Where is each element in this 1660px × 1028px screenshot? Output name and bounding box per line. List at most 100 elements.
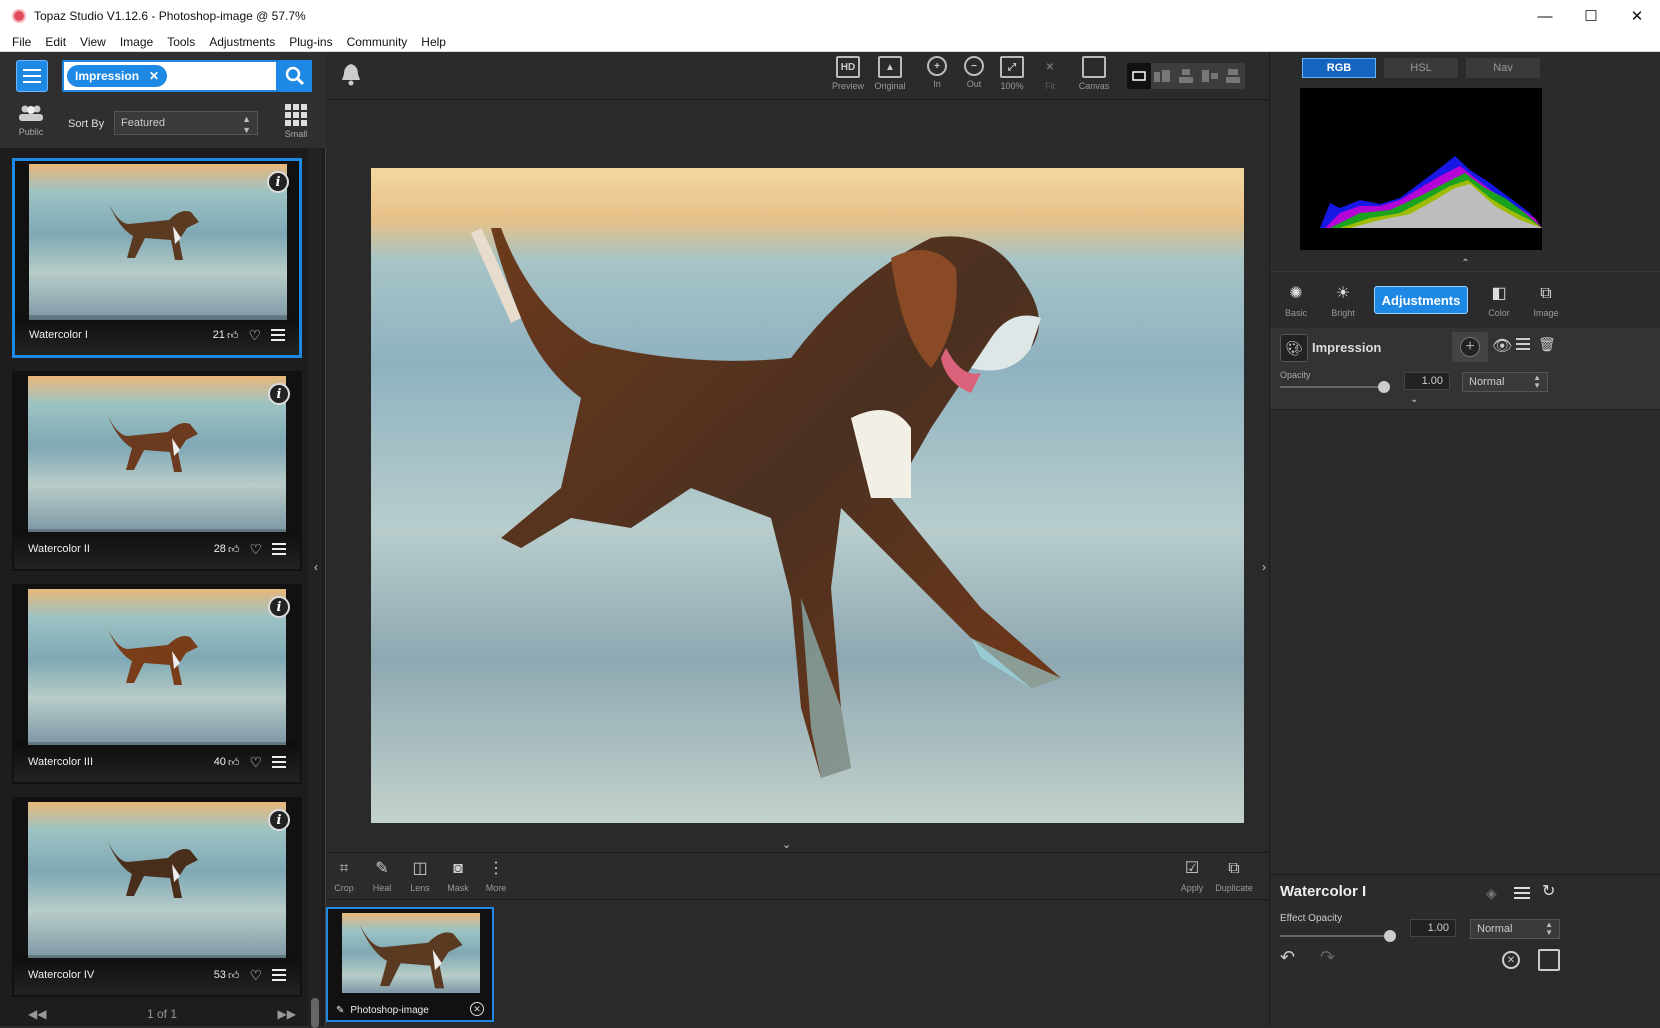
add-adjustment-button[interactable]: + [1452, 332, 1488, 362]
preview-button[interactable]: HD Preview [828, 56, 868, 91]
info-icon[interactable]: i [267, 171, 289, 193]
menu-community[interactable]: Community [347, 35, 408, 49]
search-tag[interactable]: Impression ✕ [67, 65, 168, 87]
layout-stack-button[interactable] [1221, 63, 1245, 89]
redo-icon[interactable]: ↷ [1320, 947, 1335, 968]
save-icon[interactable] [1538, 949, 1560, 971]
effect-opacity-slider[interactable] [1280, 930, 1396, 942]
canvas-button[interactable]: Canvas [1074, 56, 1114, 91]
tab-basic[interactable]: ✺ Basic [1276, 284, 1316, 318]
eye-icon[interactable]: 👁︎ [1492, 336, 1512, 356]
tab-rgb[interactable]: RGB [1302, 58, 1376, 78]
heart-icon[interactable]: ♡ [249, 754, 262, 771]
maximize-button[interactable]: ☐ [1568, 0, 1614, 32]
fit-button[interactable]: ✕ Fit [1030, 56, 1070, 92]
cancel-icon[interactable]: ✕ [1502, 951, 1520, 969]
reset-icon[interactable]: ↻ [1542, 881, 1555, 901]
tab-color[interactable]: ◧ Color [1479, 284, 1519, 318]
close-image-icon[interactable]: ✕ [470, 1002, 484, 1016]
sort-select[interactable]: Featured ▲ ▼ [114, 111, 258, 135]
menu-view[interactable]: View [80, 35, 106, 49]
info-icon[interactable]: i [268, 596, 290, 618]
layout-split-h-button[interactable] [1174, 63, 1198, 89]
more-button[interactable]: ⋮ More [478, 859, 514, 893]
lens-button[interactable]: ◫ Lens [402, 859, 438, 893]
hamburger-menu-button[interactable] [16, 60, 48, 92]
effect-opacity-knob[interactable] [1384, 930, 1396, 942]
duplicate-button[interactable]: ⧉ Duplicate [1212, 859, 1256, 893]
crop-button[interactable]: ⌗ Crop [326, 859, 362, 893]
zoom-out-button[interactable]: − Out [954, 56, 994, 89]
next-page-icon[interactable]: ▶▶ [278, 1007, 296, 1021]
tab-nav[interactable]: Nav [1466, 58, 1540, 78]
effect-opacity-value[interactable]: 1.00 [1410, 919, 1456, 937]
menu-tools[interactable]: Tools [167, 35, 195, 49]
main-image[interactable] [371, 168, 1244, 823]
actual-size-button[interactable]: ⤢ 100% [992, 56, 1032, 91]
heart-icon[interactable]: ♡ [249, 967, 262, 984]
close-button[interactable]: ✕ [1614, 0, 1660, 32]
effect-card[interactable]: i Watercolor I 21 👍︎ ♡ [12, 158, 302, 358]
layout-split-v-button[interactable] [1151, 63, 1175, 89]
minimize-button[interactable]: — [1522, 0, 1568, 32]
opacity-slider[interactable] [1280, 381, 1390, 393]
mask-button[interactable]: ◙ Mask [440, 859, 476, 893]
trash-icon[interactable]: 🗑︎ [1538, 336, 1556, 353]
menu-help[interactable]: Help [421, 35, 446, 49]
blend-mode-select[interactable]: Normal ▲ ▼ [1462, 372, 1548, 392]
heart-icon[interactable]: ♡ [248, 327, 261, 344]
effect-card[interactable]: i Watercolor III 40 👍︎ ♡ [12, 584, 302, 784]
apply-button[interactable]: ☑ Apply [1174, 859, 1210, 893]
collapse-left-icon[interactable]: ‹ [314, 560, 318, 574]
tab-bright[interactable]: ☀ Bright [1323, 284, 1363, 318]
like-button[interactable]: 40 👍︎ [214, 756, 240, 769]
canvas-area[interactable]: ‹ › ⌄ [314, 100, 1288, 851]
layout-single-button[interactable] [1127, 63, 1151, 89]
like-button[interactable]: 28 👍︎ [214, 543, 240, 556]
scroll-thumb[interactable] [311, 998, 319, 1028]
collapse-histogram-icon[interactable]: ⌃ [1270, 258, 1660, 272]
menu-edit[interactable]: Edit [45, 35, 66, 49]
grid-view-button[interactable]: Small [282, 104, 310, 139]
like-button[interactable]: 21 👍︎ [213, 329, 239, 342]
menu-image[interactable]: Image [120, 35, 153, 49]
collapse-right-icon[interactable]: › [1262, 560, 1266, 574]
original-button[interactable]: ▲ Original [870, 56, 910, 91]
public-filter-button[interactable]: Public [16, 104, 46, 137]
search-input[interactable]: Impression ✕ [62, 60, 278, 92]
card-menu-icon[interactable] [271, 329, 285, 341]
tab-hsl[interactable]: HSL [1384, 58, 1458, 78]
like-button[interactable]: 53 👍︎ [214, 969, 240, 982]
opacity-slider-knob[interactable] [1378, 381, 1390, 393]
effect-card[interactable]: i Watercolor II 28 👍︎ ♡ [12, 371, 302, 571]
tab-image[interactable]: ⧉ Image [1526, 284, 1566, 318]
info-icon[interactable]: i [268, 383, 290, 405]
expand-icon[interactable]: ⌄ [1410, 394, 1418, 405]
card-menu-icon[interactable] [272, 969, 286, 981]
collapse-bottom-icon[interactable]: ⌄ [782, 838, 791, 851]
heart-icon[interactable]: ♡ [249, 541, 262, 558]
filmstrip-item[interactable]: ✎ Photoshop-image ✕ [326, 907, 494, 1022]
layout-side-button[interactable] [1198, 63, 1222, 89]
menu-file[interactable]: File [12, 35, 31, 49]
layers-icon[interactable]: ◈ [1486, 885, 1497, 902]
menu-plugins[interactable]: Plug-ins [289, 35, 332, 49]
card-menu-icon[interactable] [272, 756, 286, 768]
undo-icon[interactable]: ↶ [1280, 947, 1295, 968]
effect-blend-select[interactable]: Normal ▲ ▼ [1470, 919, 1560, 939]
layer-menu-icon[interactable] [1516, 338, 1530, 350]
prev-page-icon[interactable]: ◀◀ [28, 1007, 46, 1021]
card-menu-icon[interactable] [272, 543, 286, 555]
menu-adjustments[interactable]: Adjustments [209, 35, 275, 49]
zoom-in-button[interactable]: + In [917, 56, 957, 89]
tab-adjustments[interactable]: Adjustments [1374, 286, 1468, 314]
heal-button[interactable]: ✎ Heal [364, 859, 400, 893]
effect-card[interactable]: i Watercolor IV 53 👍︎ ♡ [12, 797, 302, 997]
effects-scrollbar[interactable] [308, 148, 322, 1028]
bell-icon[interactable] [340, 62, 362, 86]
info-icon[interactable]: i [268, 809, 290, 831]
opacity-value[interactable]: 1.00 [1404, 372, 1450, 390]
search-button[interactable] [278, 60, 312, 92]
effect-menu-icon[interactable] [1514, 887, 1530, 899]
remove-tag-icon[interactable]: ✕ [149, 69, 159, 83]
